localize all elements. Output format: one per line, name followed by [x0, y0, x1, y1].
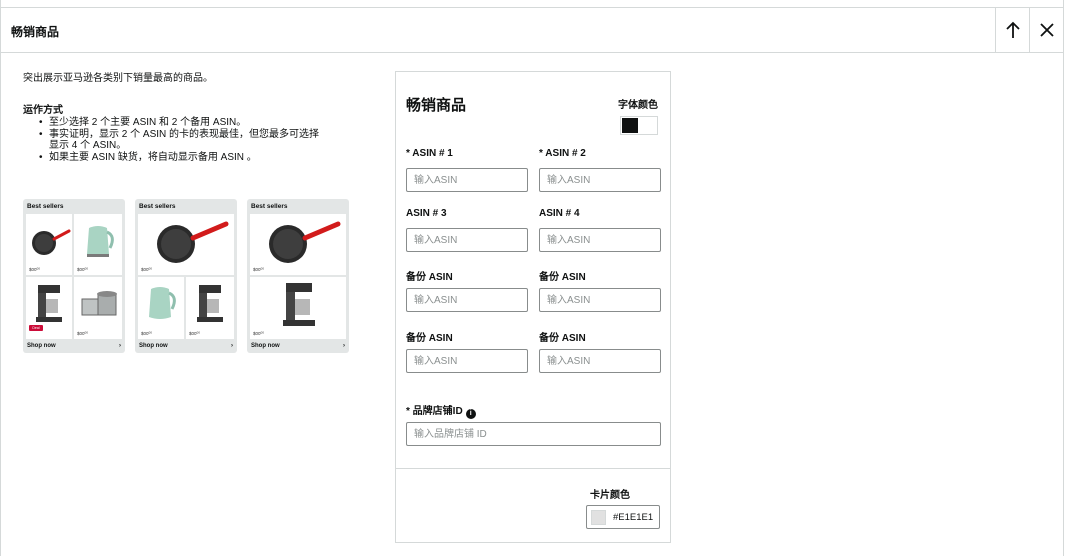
- frying-pan-image: [32, 229, 71, 255]
- store-id-field: * 品牌店铺ID i: [406, 402, 661, 446]
- card-color-value: #E1E1E1: [613, 511, 654, 523]
- field-label: * ASIN # 2: [539, 148, 586, 159]
- coffee-maker-image: [283, 283, 315, 326]
- price-label: $00⁰⁰: [189, 331, 201, 336]
- backup-asin-1-input[interactable]: [406, 288, 528, 312]
- intro-text: 突出展示亚马逊各类别下销量最高的商品。: [23, 73, 213, 84]
- arrow-up-icon: [1005, 21, 1020, 38]
- coffee-maker-image: [197, 285, 223, 322]
- product-tile: $00⁰⁰: [74, 277, 122, 339]
- panel-title: 畅销商品: [11, 25, 60, 39]
- card-title: Best sellers: [251, 203, 288, 210]
- store-id-label: * 品牌店铺ID: [406, 406, 463, 417]
- price-label: $00⁰⁰: [77, 331, 89, 336]
- card-footer: Shop now ›: [27, 343, 121, 349]
- coffee-maker-image: [36, 285, 62, 322]
- backup-asin-3-field: 备份 ASIN: [406, 329, 528, 373]
- close-icon: [1039, 23, 1054, 37]
- chevron-right-icon: ›: [231, 343, 233, 349]
- preview-card-three[interactable]: Best sellers $00⁰⁰ $00⁰⁰ $00⁰⁰ Shop now …: [135, 199, 237, 353]
- asin-3-input[interactable]: [406, 228, 528, 252]
- card-color-label: 卡片颜色: [590, 490, 630, 501]
- asin-4-input[interactable]: [539, 228, 661, 252]
- chevron-right-icon: ›: [343, 343, 345, 349]
- field-label: ASIN # 3: [406, 208, 447, 219]
- asin-2-input[interactable]: [539, 168, 661, 192]
- price-label: $00⁰⁰: [141, 331, 153, 336]
- field-label: 备份 ASIN: [539, 272, 586, 283]
- kettle-image: [87, 226, 114, 257]
- shop-now-link: Shop now: [251, 343, 280, 349]
- card-footer: Shop now ›: [139, 343, 233, 349]
- how-item: 至少选择 2 个主要 ASIN 和 2 个备用 ASIN。: [39, 117, 363, 129]
- card-color-swatch: [591, 509, 606, 525]
- field-label: 备份 ASIN: [406, 272, 453, 283]
- asin-1-field: * ASIN # 1: [406, 148, 528, 192]
- card-title: Best sellers: [27, 203, 64, 210]
- asin-3-field: ASIN # 3: [406, 208, 528, 252]
- best-sellers-panel: 畅销商品 突出展示亚马逊各类别下销量最高的商品。 运作方式 至少选择 2 个主要…: [0, 0, 1064, 556]
- form-title: 畅销商品: [406, 97, 467, 114]
- price-label: $00⁰⁰: [141, 267, 153, 272]
- frying-pan-image: [157, 221, 229, 263]
- product-tile: $00⁰⁰: [250, 277, 346, 339]
- frying-pan-image: [269, 221, 341, 263]
- store-id-input[interactable]: [406, 422, 661, 446]
- product-tile: $00⁰⁰: [74, 214, 122, 275]
- form-divider: [396, 468, 670, 469]
- backup-asin-4-input[interactable]: [539, 349, 661, 373]
- font-color-black-swatch[interactable]: [620, 116, 640, 135]
- cookware-set-image: [81, 291, 117, 316]
- panel-header: 畅销商品: [1, 7, 1063, 53]
- shop-now-link: Shop now: [139, 343, 168, 349]
- font-color-picker: [620, 116, 658, 135]
- card-title: Best sellers: [139, 203, 176, 210]
- preview-card-four[interactable]: Best sellers $00⁰⁰ $00⁰⁰ Deal $00⁰⁰ Shop…: [23, 199, 125, 353]
- field-label: * 品牌店铺ID i: [406, 402, 528, 419]
- how-item: 如果主要 ASIN 缺货，将自动显示备用 ASIN 。: [39, 152, 363, 164]
- field-label: 备份 ASIN: [539, 333, 586, 344]
- price-label: $00⁰⁰: [77, 267, 89, 272]
- how-it-works-list: 至少选择 2 个主要 ASIN 和 2 个备用 ASIN。 事实证明，显示 2 …: [23, 117, 363, 163]
- backup-asin-3-input[interactable]: [406, 349, 528, 373]
- settings-form: 畅销商品 字体颜色 * ASIN # 1 * ASIN # 2 ASIN # 3…: [395, 71, 671, 543]
- product-tile: $00⁰⁰: [26, 214, 72, 275]
- kettle-image: [149, 287, 176, 319]
- backup-asin-2-input[interactable]: [539, 288, 661, 312]
- product-tile: $00⁰⁰: [186, 277, 234, 339]
- field-label: 备份 ASIN: [406, 333, 453, 344]
- shop-now-link: Shop now: [27, 343, 56, 349]
- field-label: ASIN # 4: [539, 208, 580, 219]
- info-icon[interactable]: i: [465, 409, 476, 419]
- description-section: 突出展示亚马逊各类别下销量最高的商品。 运作方式 至少选择 2 个主要 ASIN…: [23, 72, 363, 163]
- price-label: $00⁰⁰: [253, 331, 265, 336]
- chevron-right-icon: ›: [119, 343, 121, 349]
- backup-asin-1-field: 备份 ASIN: [406, 268, 528, 312]
- how-item: 事实证明，显示 2 个 ASIN 的卡的表现最佳，但您最多可选择显示 4 个 A…: [39, 129, 319, 152]
- close-button[interactable]: [1029, 8, 1063, 52]
- preview-card-two[interactable]: Best sellers $00⁰⁰ $00⁰⁰ Shop now ›: [247, 199, 349, 353]
- deal-badge: Deal: [29, 325, 43, 331]
- font-color-label: 字体颜色: [618, 100, 658, 111]
- asin-4-field: ASIN # 4: [539, 208, 661, 252]
- product-tile: $00⁰⁰: [250, 214, 346, 275]
- backup-asin-4-field: 备份 ASIN: [539, 329, 661, 373]
- asin-2-field: * ASIN # 2: [539, 148, 661, 192]
- asin-1-input[interactable]: [406, 168, 528, 192]
- product-tile: Deal: [26, 277, 72, 339]
- backup-asin-2-field: 备份 ASIN: [539, 268, 661, 312]
- card-footer: Shop now ›: [251, 343, 345, 349]
- move-up-button[interactable]: [995, 8, 1029, 52]
- card-color-picker[interactable]: #E1E1E1: [586, 505, 660, 529]
- field-label: * ASIN # 1: [406, 148, 453, 159]
- how-it-works-title: 运作方式: [23, 105, 63, 116]
- price-label: $00⁰⁰: [253, 267, 265, 272]
- font-color-white-swatch[interactable]: [639, 117, 657, 134]
- price-label: $00⁰⁰: [29, 267, 41, 272]
- product-tile: $00⁰⁰: [138, 277, 184, 339]
- product-tile: $00⁰⁰: [138, 214, 234, 275]
